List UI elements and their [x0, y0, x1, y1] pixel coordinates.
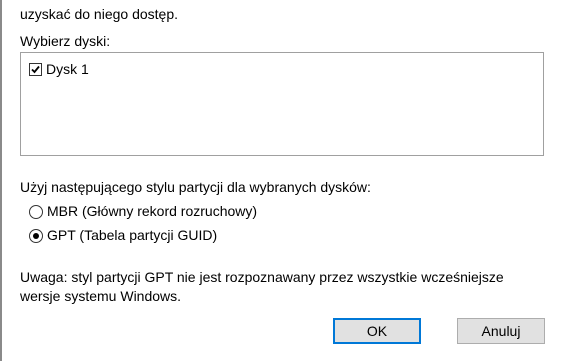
note-line-1: Uwaga: styl partycji GPT nie jest rozpoz…: [20, 269, 504, 285]
ok-button[interactable]: OK: [333, 318, 421, 344]
partition-style-label: Użyj następującego stylu partycji dla wy…: [20, 179, 371, 195]
disk-listbox[interactable]: Dysk 1: [20, 52, 544, 156]
disk-1-checkbox[interactable]: [29, 63, 42, 76]
list-item-disk-1[interactable]: Dysk 1: [29, 61, 89, 78]
radio-selected-dot: [33, 232, 39, 239]
disk-1-label: Dysk 1: [46, 61, 89, 77]
gpt-label: GPT (Tabela partycji GUID): [47, 227, 218, 243]
mbr-radio[interactable]: [29, 204, 43, 219]
mbr-label: MBR (Główny rekord rozruchowy): [47, 203, 258, 219]
window-left-border: [0, 0, 2, 361]
gpt-option[interactable]: GPT (Tabela partycji GUID): [29, 227, 217, 244]
checkmark-icon: [31, 65, 40, 74]
select-disks-label: Wybierz dyski:: [20, 33, 111, 49]
cancel-button[interactable]: Anuluj: [457, 318, 545, 344]
intro-text: uzyskać do niego dostęp.: [20, 6, 178, 22]
mbr-option[interactable]: MBR (Główny rekord rozruchowy): [29, 203, 257, 220]
note-line-2: wersje systemu Windows.: [20, 288, 182, 304]
gpt-radio[interactable]: [29, 228, 43, 243]
